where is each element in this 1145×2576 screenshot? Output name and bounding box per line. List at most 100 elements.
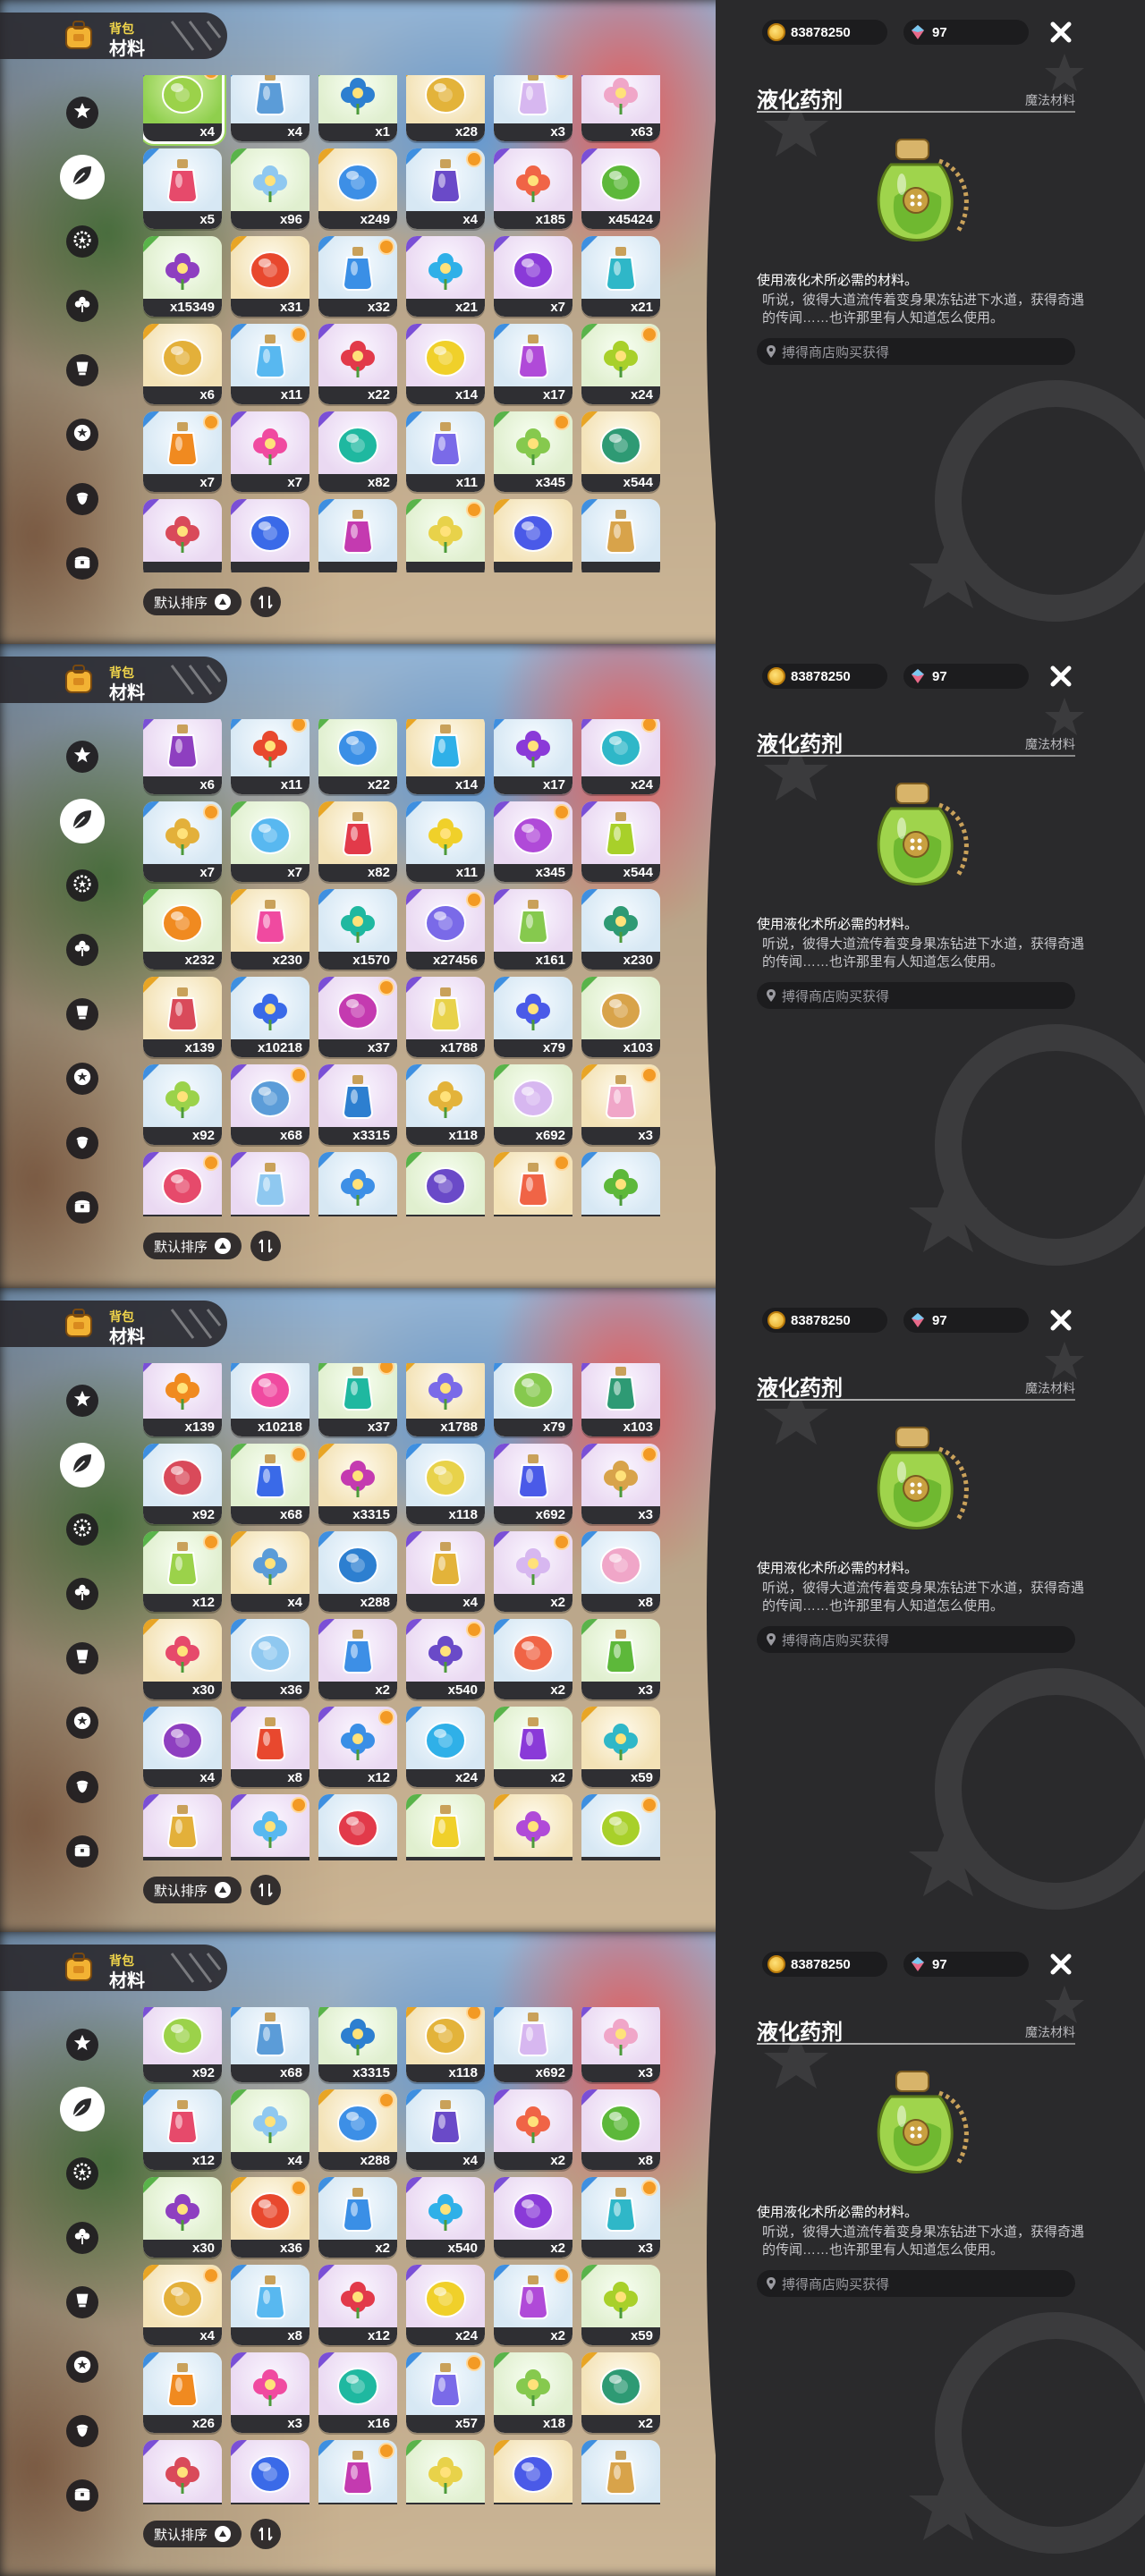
item-slot[interactable]: x2: [494, 2265, 572, 2345]
item-slot[interactable]: x17: [494, 719, 572, 794]
item-source[interactable]: 搏得商店购买获得: [757, 982, 1075, 1009]
item-slot[interactable]: x4: [231, 2089, 310, 2170]
sidebar-tab[interactable]: [55, 345, 109, 395]
item-slot[interactable]: x6: [143, 719, 222, 794]
item-slot[interactable]: x92: [143, 2007, 222, 2082]
item-grid-viewport[interactable]: x4 x4 x1 x28 x3 x63 x5 x96 x249 x4 x185 x45424 x1534…: [143, 75, 671, 572]
item-slot[interactable]: x103: [581, 1363, 660, 1436]
item-slot[interactable]: x10218: [231, 1363, 310, 1436]
item-slot[interactable]: x12: [143, 1531, 222, 1612]
item-slot[interactable]: x15349: [143, 236, 222, 317]
item-slot[interactable]: x30: [143, 1619, 222, 1699]
item-slot[interactable]: x4: [406, 2089, 485, 2170]
item-slot[interactable]: x52: [581, 2440, 660, 2504]
item-slot[interactable]: x10218: [231, 977, 310, 1057]
item-slot[interactable]: [231, 1152, 310, 1216]
item-slot[interactable]: x3: [581, 2177, 660, 2258]
sidebar-tab[interactable]: [55, 1118, 109, 1168]
item-slot[interactable]: x22: [318, 719, 397, 794]
item-slot[interactable]: x118: [406, 1444, 485, 1524]
item-slot[interactable]: x37: [318, 977, 397, 1057]
item-slot[interactable]: x18: [494, 1794, 572, 1860]
item-slot[interactable]: x1: [318, 75, 397, 141]
item-slot[interactable]: x79: [494, 977, 572, 1057]
item-slot[interactable]: x92: [143, 1444, 222, 1524]
sidebar-tab[interactable]: [55, 1440, 109, 1490]
item-slot[interactable]: x161: [494, 889, 572, 970]
item-slot[interactable]: [581, 499, 660, 572]
item-slot[interactable]: x232: [143, 889, 222, 970]
item-slot[interactable]: x3315: [318, 1444, 397, 1524]
item-slot[interactable]: x82: [318, 411, 397, 492]
item-slot[interactable]: x230: [231, 889, 310, 970]
item-slot[interactable]: x1570: [318, 889, 397, 970]
item-slot[interactable]: x139: [143, 1363, 222, 1436]
item-source[interactable]: 搏得商店购买获得: [757, 1626, 1075, 1653]
sidebar-tab[interactable]: [55, 281, 109, 331]
item-slot[interactable]: x11: [406, 801, 485, 882]
sidebar-tab[interactable]: [55, 2470, 109, 2521]
item-slot[interactable]: [406, 499, 485, 572]
item-slot[interactable]: x4: [143, 75, 222, 141]
item-slot[interactable]: [231, 499, 310, 572]
sort-dropdown[interactable]: 默认排序: [143, 1877, 242, 1903]
item-slot[interactable]: x24: [581, 324, 660, 404]
item-grid-viewport[interactable]: x6 x11 x22 x14 x17 x24 x7 x7 x82 x11 x345 x544 x232 x…: [143, 719, 671, 1216]
item-slot[interactable]: x1: [143, 2440, 222, 2504]
item-slot[interactable]: x3: [581, 1064, 660, 1145]
sort-dropdown[interactable]: 默认排序: [143, 1233, 242, 1259]
item-slot[interactable]: x692: [494, 1064, 572, 1145]
item-slot[interactable]: x2: [494, 2177, 572, 2258]
item-slot[interactable]: x96: [231, 148, 310, 229]
item-slot[interactable]: x2: [494, 2089, 572, 2170]
item-slot[interactable]: x11: [231, 324, 310, 404]
item-slot[interactable]: x28: [406, 75, 485, 141]
close-button[interactable]: [1045, 660, 1077, 692]
sidebar-tab[interactable]: [55, 474, 109, 524]
item-slot[interactable]: x308: [231, 2440, 310, 2504]
item-slot[interactable]: x3: [581, 2007, 660, 2082]
sidebar-tab[interactable]: [55, 1762, 109, 1812]
item-slot[interactable]: x2: [494, 1531, 572, 1612]
close-button[interactable]: [1045, 1304, 1077, 1336]
item-slot[interactable]: x21: [406, 236, 485, 317]
item-slot[interactable]: x1788: [406, 977, 485, 1057]
item-slot[interactable]: x544: [581, 411, 660, 492]
sidebar-tab[interactable]: [55, 2084, 109, 2134]
item-slot[interactable]: x4: [143, 2265, 222, 2345]
item-slot[interactable]: x59: [581, 1707, 660, 1787]
item-slot[interactable]: x68: [231, 2007, 310, 2082]
sidebar-tab[interactable]: [55, 152, 109, 202]
item-slot[interactable]: x24: [581, 719, 660, 794]
item-slot[interactable]: x21: [581, 236, 660, 317]
item-source[interactable]: 搏得商店购买获得: [757, 338, 1075, 365]
item-source[interactable]: 搏得商店购买获得: [757, 2270, 1075, 2297]
item-slot[interactable]: x288: [318, 2089, 397, 2170]
item-slot[interactable]: x24: [406, 1707, 485, 1787]
item-slot[interactable]: x118: [406, 2007, 485, 2082]
item-slot[interactable]: x1788: [406, 1363, 485, 1436]
sidebar-tab[interactable]: [55, 732, 109, 782]
item-slot[interactable]: x37: [318, 1363, 397, 1436]
item-slot[interactable]: x12: [318, 1707, 397, 1787]
item-slot[interactable]: x16: [318, 2352, 397, 2433]
item-slot[interactable]: x185: [494, 148, 572, 229]
item-slot[interactable]: x3: [494, 75, 572, 141]
item-slot[interactable]: x345: [494, 801, 572, 882]
item-slot[interactable]: x22: [318, 324, 397, 404]
item-slot[interactable]: x8: [581, 1531, 660, 1612]
item-slot[interactable]: x3: [581, 1444, 660, 1524]
item-slot[interactable]: x8: [231, 2265, 310, 2345]
item-grid-viewport[interactable]: x139 x10218 x37 x1788 x79 x103 x92 x68 x3315 x118…: [143, 1363, 671, 1860]
item-slot[interactable]: x345: [494, 411, 572, 492]
sidebar-tab[interactable]: [55, 216, 109, 267]
item-slot[interactable]: x692: [494, 1444, 572, 1524]
item-slot[interactable]: x14: [406, 719, 485, 794]
item-slot[interactable]: x26: [143, 1794, 222, 1860]
item-slot[interactable]: [494, 499, 572, 572]
sidebar-tab[interactable]: [55, 1054, 109, 1104]
item-slot[interactable]: [494, 1152, 572, 1216]
item-slot[interactable]: x3315: [318, 1064, 397, 1145]
item-slot[interactable]: x79: [494, 1363, 572, 1436]
sidebar-tab[interactable]: [55, 1376, 109, 1426]
